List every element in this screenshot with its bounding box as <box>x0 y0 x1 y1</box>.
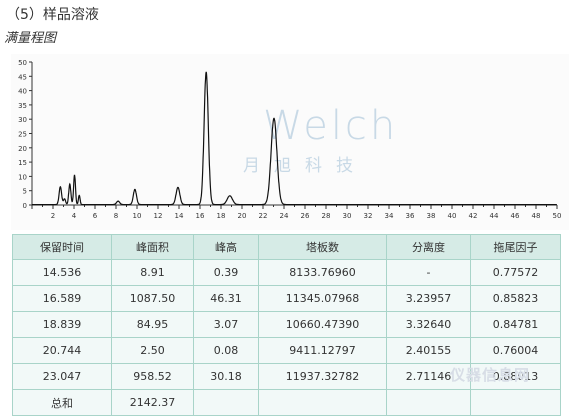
cell: 9411.12797 <box>259 338 387 364</box>
x-tick-label: 28 <box>322 212 331 220</box>
y-tick-label: 25 <box>18 131 27 139</box>
x-tick-label: 36 <box>406 212 415 220</box>
x-axis-ticks: 2468101214161820222426283032343638404244… <box>32 205 561 220</box>
cell: 3.07 <box>194 312 259 338</box>
table-row: 16.589 1087.50 46.31 11345.07968 3.23957… <box>13 286 561 312</box>
y-tick-label: 5 <box>23 188 27 196</box>
col-header-peak-area: 峰面积 <box>112 235 194 260</box>
peak-table: 保留时间 峰面积 峰高 塔板数 分离度 拖尾因子 14.536 8.91 0.3… <box>12 234 561 416</box>
cell: 16.589 <box>13 286 112 312</box>
cell: - <box>387 260 471 286</box>
cell: 8.91 <box>112 260 194 286</box>
cell: 2.40155 <box>387 338 471 364</box>
x-tick-label: 12 <box>154 212 163 220</box>
x-tick-label: 44 <box>490 212 499 220</box>
x-tick-label: 34 <box>385 212 394 220</box>
cell: 2142.37 <box>112 390 194 416</box>
cell: 3.32640 <box>387 312 471 338</box>
col-header-peak-height: 峰高 <box>194 235 259 260</box>
watermark-brand-cn: 月旭科技 <box>243 156 367 176</box>
table-header-row: 保留时间 峰面积 峰高 塔板数 分离度 拖尾因子 <box>13 235 561 260</box>
y-tick-label: 45 <box>18 73 27 81</box>
cell: 0.08 <box>194 338 259 364</box>
watermark-brand: Welch <box>263 103 398 149</box>
cell: 0.39 <box>194 260 259 286</box>
cell: 3.23957 <box>387 286 471 312</box>
cell: 84.95 <box>112 312 194 338</box>
cell: 11345.07968 <box>259 286 387 312</box>
col-header-retention-time: 保留时间 <box>13 235 112 260</box>
chromatogram-chart: Welch 月旭科技 05101520253035404550 24681012… <box>11 54 569 230</box>
x-tick-label: 50 <box>553 212 562 220</box>
y-tick-label: 10 <box>18 173 27 181</box>
x-tick-label: 42 <box>469 212 478 220</box>
col-header-plates: 塔板数 <box>259 235 387 260</box>
cell: 总和 <box>13 390 112 416</box>
cell: 1087.50 <box>112 286 194 312</box>
table-row: 20.744 2.50 0.08 9411.12797 2.40155 0.76… <box>13 338 561 364</box>
x-tick-label: 16 <box>196 212 205 220</box>
x-tick-label: 4 <box>72 212 77 220</box>
x-tick-label: 2 <box>51 212 55 220</box>
x-tick-label: 18 <box>217 212 226 220</box>
x-tick-label: 6 <box>93 212 98 220</box>
y-tick-label: 20 <box>18 145 27 153</box>
x-tick-label: 14 <box>175 212 184 220</box>
cell <box>194 390 259 416</box>
table-row: 18.839 84.95 3.07 10660.47390 3.32640 0.… <box>13 312 561 338</box>
x-tick-label: 20 <box>238 212 247 220</box>
cell: 11937.32782 <box>259 364 387 390</box>
cell: 30.18 <box>194 364 259 390</box>
y-tick-label: 30 <box>18 116 27 124</box>
y-tick-label: 40 <box>18 88 27 96</box>
cell: 10660.47390 <box>259 312 387 338</box>
x-tick-label: 10 <box>133 212 142 220</box>
cell <box>259 390 387 416</box>
cell: 0.84781 <box>471 312 561 338</box>
table-row-total: 总和 2142.37 <box>13 390 561 416</box>
cell: 8133.76960 <box>259 260 387 286</box>
cell: 20.744 <box>13 338 112 364</box>
y-tick-label: 50 <box>18 59 27 67</box>
y-tick-label: 35 <box>18 102 27 110</box>
x-tick-label: 40 <box>448 212 457 220</box>
cell <box>471 390 561 416</box>
col-header-resolution: 分离度 <box>387 235 471 260</box>
x-tick-label: 46 <box>511 212 520 220</box>
table-row: 14.536 8.91 0.39 8133.76960 - 0.77572 <box>13 260 561 286</box>
x-tick-label: 8 <box>114 212 118 220</box>
x-tick-label: 38 <box>427 212 436 220</box>
x-tick-label: 26 <box>301 212 310 220</box>
cell: 2.50 <box>112 338 194 364</box>
chromatogram-svg: Welch 月旭科技 05101520253035404550 24681012… <box>11 54 569 230</box>
section-title: （5）样品溶液 <box>6 4 99 24</box>
y-tick-label: 15 <box>18 159 27 167</box>
y-axis-ticks: 0 5 10 15 20 25 30 35 40 45 50 <box>18 59 32 210</box>
cell: 23.047 <box>13 364 112 390</box>
x-tick-label: 24 <box>280 212 289 220</box>
y-tick-label: 0 <box>23 202 27 210</box>
x-tick-label: 30 <box>343 212 352 220</box>
x-tick-label: 22 <box>259 212 268 220</box>
col-header-tailing: 拖尾因子 <box>471 235 561 260</box>
x-tick-label: 32 <box>364 212 373 220</box>
chromatogram-subtitle: 满量程图 <box>4 27 56 46</box>
cell: 46.31 <box>194 286 259 312</box>
cell: 14.536 <box>13 260 112 286</box>
x-tick-label: 48 <box>532 212 541 220</box>
cell: 0.77572 <box>471 260 561 286</box>
welch-watermark: Welch 月旭科技 <box>243 103 398 176</box>
cell: 0.76004 <box>471 338 561 364</box>
cell: 18.839 <box>13 312 112 338</box>
cell: 958.52 <box>112 364 194 390</box>
cell: 0.85823 <box>471 286 561 312</box>
corner-watermark: 仪器信息网 <box>450 364 530 385</box>
cell <box>387 390 471 416</box>
